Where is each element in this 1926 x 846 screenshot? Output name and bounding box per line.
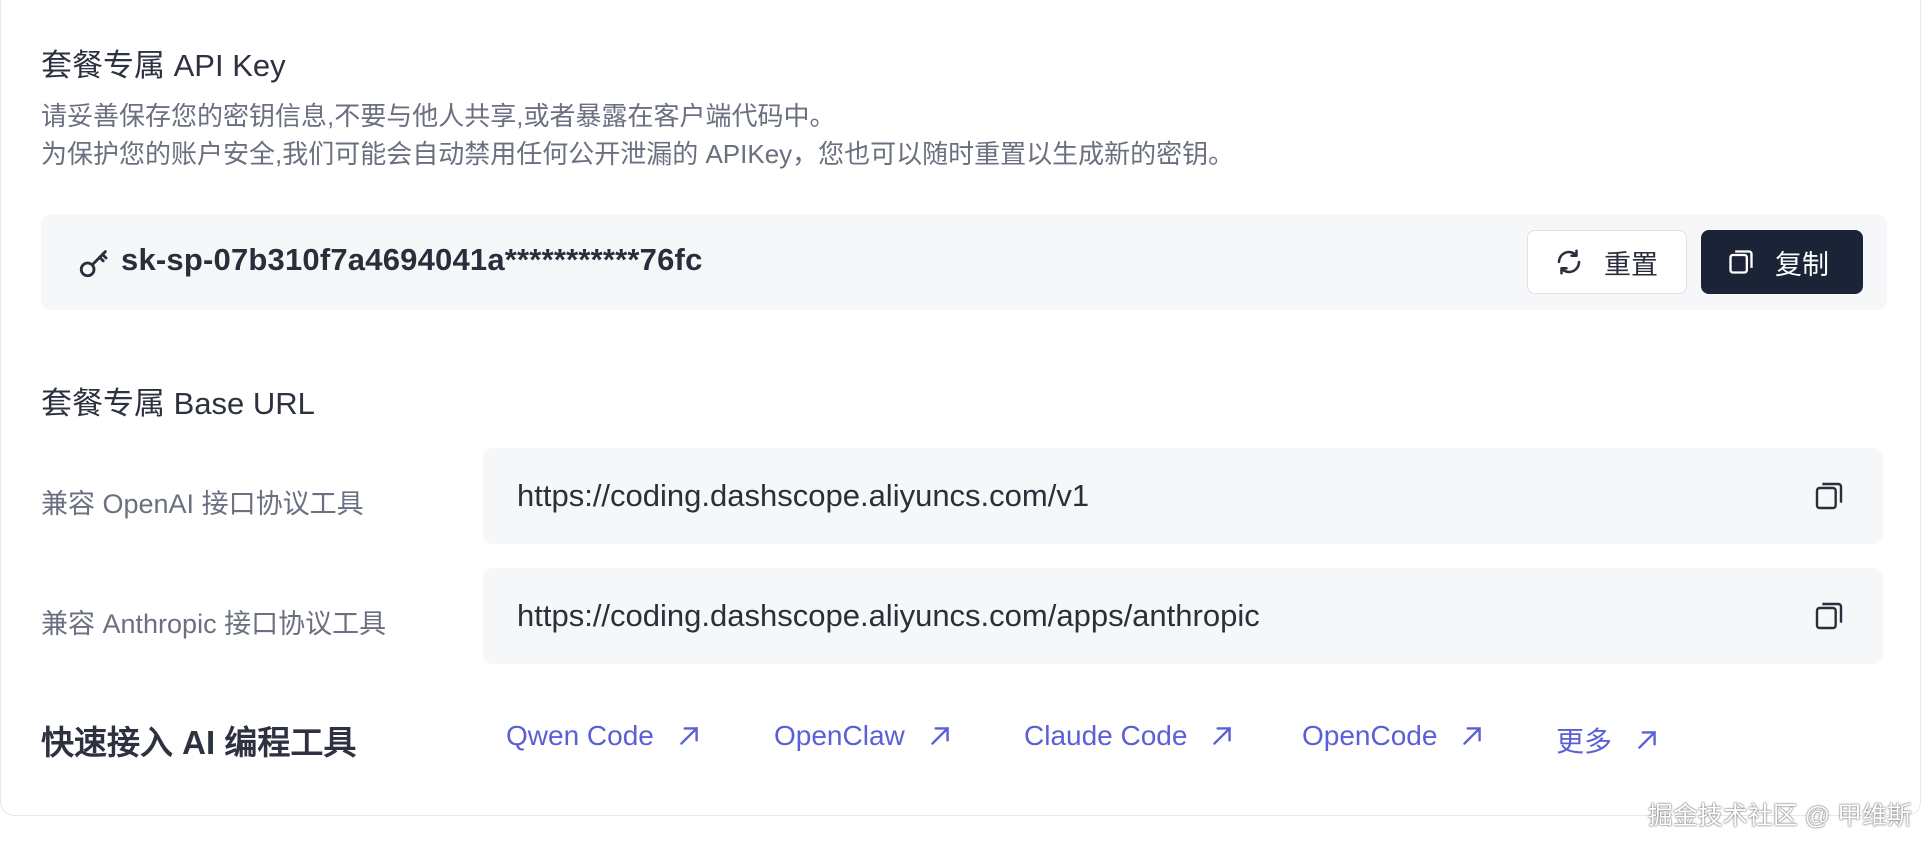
api-key-value: sk-sp-07b310f7a4694041a***********76fc [121, 242, 703, 277]
opencode-link-label: OpenCode [1302, 720, 1438, 751]
api-key-display: sk-sp-07b310f7a4694041a***********76fc 重… [41, 214, 1887, 310]
claude-code-link[interactable]: Claude Code [1024, 720, 1235, 752]
openclaw-link[interactable]: OpenClaw [774, 720, 953, 752]
more-tools-link-label: 更多 [1556, 726, 1613, 757]
copy-button-label: 复制 [1775, 249, 1829, 280]
copy-icon[interactable] [1813, 480, 1845, 512]
api-key-desc-line1: 请妥善保存您的密钥信息,不要与他人共享,或者暴露在客户端代码中。 [41, 101, 836, 131]
qwen-code-link-label: Qwen Code [506, 720, 654, 751]
arrow-up-right-icon [1638, 731, 1656, 749]
api-key-title: 套餐专属 API Key [41, 48, 286, 83]
quick-access-title: 快速接入 AI 编程工具 [41, 724, 357, 761]
refresh-icon [1557, 249, 1581, 275]
openai-url-value: https://coding.dashscope.aliyuncs.com/v1 [517, 478, 1090, 513]
base-url-title: 套餐专属 Base URL [41, 386, 315, 421]
openai-url-label: 兼容 OpenAI 接口协议工具 [41, 489, 364, 519]
claude-code-link-label: Claude Code [1024, 720, 1188, 751]
anthropic-url-field: https://coding.dashscope.aliyuncs.com/ap… [483, 568, 1883, 664]
api-key-card: 套餐专属 API Key 请妥善保存您的密钥信息,不要与他人共享,或者暴露在客户… [0, 0, 1921, 816]
reset-key-button[interactable]: 重置 [1527, 230, 1687, 294]
key-icon [79, 250, 108, 278]
arrow-up-right-icon [1213, 727, 1232, 745]
openclaw-link-label: OpenClaw [774, 720, 905, 751]
arrow-up-right-icon [680, 727, 698, 745]
copy-key-button[interactable]: 复制 [1701, 230, 1863, 294]
qwen-code-link[interactable]: Qwen Code [506, 720, 702, 752]
anthropic-url-label: 兼容 Anthropic 接口协议工具 [41, 609, 387, 639]
watermark: 掘金技术社区 @ 甲维斯 [1647, 802, 1912, 830]
opencode-link[interactable]: OpenCode [1302, 720, 1485, 752]
arrow-up-right-icon [1463, 727, 1482, 745]
copy-icon [1729, 250, 1753, 274]
anthropic-url-value: https://coding.dashscope.aliyuncs.com/ap… [517, 598, 1260, 633]
arrow-up-right-icon [930, 727, 949, 745]
copy-icon[interactable] [1813, 600, 1845, 632]
api-key-desc-line2: 为保护您的账户安全,我们可能会自动禁用任何公开泄漏的 APIKey，您也可以随时… [41, 139, 1235, 169]
openai-url-field: https://coding.dashscope.aliyuncs.com/v1 [483, 448, 1883, 544]
more-tools-link[interactable]: 更多 [1556, 720, 1660, 760]
reset-button-label: 重置 [1604, 249, 1658, 280]
